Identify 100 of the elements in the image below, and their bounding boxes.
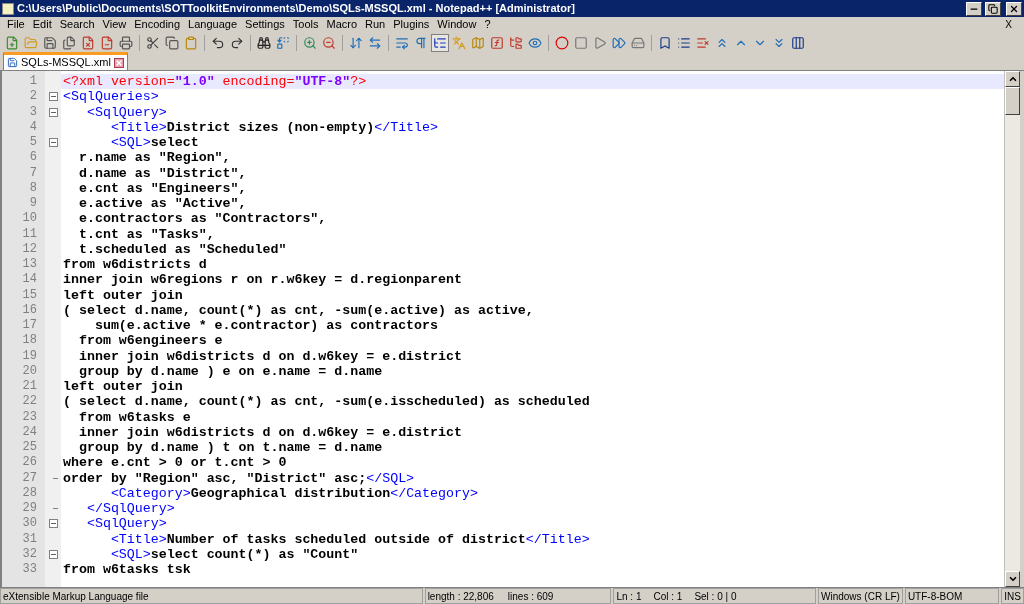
record-icon (555, 35, 569, 50)
sel-text: Sel : 0 | 0 (694, 589, 737, 604)
line-number: 3 (28, 104, 38, 120)
menu-item[interactable]: Edit (29, 16, 55, 33)
fold-toggle[interactable] (48, 92, 58, 102)
code-line: from w6engineers e (77, 333, 224, 349)
binoculars-icon (257, 35, 271, 50)
code-line: <Title>Number of tasks scheduled outside of district</Title> (109, 531, 591, 547)
menu-item[interactable]: ? (481, 16, 494, 33)
line-number: 14 (21, 272, 38, 288)
tab-close-icon[interactable] (113, 57, 124, 68)
code-line: <Category>Geographical distribution</Category> (109, 485, 479, 501)
play-icon (593, 35, 607, 50)
redo-icon (230, 35, 244, 50)
menu-item[interactable]: Settings (242, 16, 288, 33)
line-number: 23 (21, 409, 38, 425)
vertical-scrollbar[interactable] (1004, 71, 1020, 587)
close-icon (1009, 3, 1019, 14)
line-number: 28 (21, 485, 38, 501)
code-line: <SqlQuery> (85, 104, 168, 120)
menu-item[interactable]: Tools (289, 16, 322, 33)
line-number: 30 (21, 516, 38, 532)
code-line: left outer join (62, 379, 184, 395)
code-line: </SqlQuery> (85, 501, 176, 517)
line-number: 8 (28, 180, 38, 196)
folder-icon (24, 35, 38, 50)
code-line: e.cnt as "Engineers", (77, 180, 248, 196)
code-line: r.name as "Region", (77, 150, 232, 166)
code-line: <SqlQueries> (62, 89, 160, 105)
code-line: from w6tasks e (77, 409, 192, 425)
menu-item[interactable]: Window (434, 16, 480, 33)
menu-item[interactable]: Language (185, 16, 241, 33)
line-number: 24 (21, 424, 38, 440)
code-line: group by d.name ) t on t.name = d.name (77, 440, 384, 456)
col-text: Col : 1 (653, 589, 683, 604)
line-number: 6 (28, 150, 38, 166)
code-line: ( select d.name, count(*) as cnt, -sum(e.isscheduled) as scheduled (62, 394, 591, 410)
code-line: <SQL>select count(*) as "Count" (109, 546, 360, 562)
line-number: 27 (21, 470, 38, 486)
lines-text: lines : 609 (507, 589, 554, 604)
close-document-button[interactable]: X (1005, 17, 1020, 32)
list-x-icon (696, 35, 710, 50)
file-x-icon (81, 35, 95, 50)
code-line: inner join w6districts d on d.w6key = e.district (77, 424, 463, 440)
line-number: 1 (28, 74, 38, 90)
clipboard-icon (184, 35, 198, 50)
replace-icon (276, 35, 290, 50)
code-line: order by "Region" asc, "District" asc;</SQL> (62, 470, 416, 486)
length-text: length : 22,806 (427, 589, 494, 604)
code-line: <SQL>select (109, 135, 200, 151)
code-line: left outer join (62, 287, 184, 303)
code-line: inner join w6districts d on d.w6key = e.district (77, 348, 463, 364)
menu-item[interactable]: Plugins (390, 16, 433, 33)
pilcrow-icon (414, 35, 428, 50)
menu-item[interactable]: Run (362, 16, 389, 33)
code-line: from w6tasks tsk (62, 562, 192, 578)
line-number: 31 (21, 531, 38, 547)
line-number: 5 (28, 135, 38, 151)
menu-item[interactable]: View (99, 16, 130, 33)
fold-toggle[interactable] (48, 138, 58, 148)
line-number: 17 (21, 318, 38, 334)
undo-icon (211, 35, 225, 50)
line-number: 32 (21, 546, 38, 562)
eye-icon (528, 35, 542, 50)
scroll-up-icon[interactable] (1005, 71, 1020, 87)
scroll-down-icon[interactable] (1005, 571, 1020, 587)
function-icon (490, 35, 504, 50)
line-number: 12 (21, 241, 38, 257)
line-number: 22 (21, 394, 38, 410)
fold-toggle[interactable] (48, 519, 58, 529)
indent-guide-button[interactable] (431, 33, 449, 52)
code-line: e.contractors as "Contractors", (77, 211, 328, 227)
menu-item[interactable]: File (4, 16, 28, 33)
files-icon (62, 35, 76, 50)
line-number: 13 (21, 257, 38, 273)
line-number: 20 (21, 363, 38, 379)
menu-item[interactable]: Macro (323, 16, 361, 33)
stop-icon (574, 35, 588, 50)
fold-toggle[interactable] (48, 107, 58, 117)
restore-button[interactable] (985, 1, 1001, 16)
indent-guide-icon (433, 35, 447, 50)
line-number: 21 (21, 379, 38, 395)
status-encoding: UTF-8-BOM (904, 588, 1000, 604)
file-tab[interactable]: SQLs-MSSQL.xml (3, 52, 128, 70)
menu-item[interactable]: Encoding (131, 16, 184, 33)
menu-item[interactable]: Search (56, 16, 98, 33)
zoom-in-icon (303, 35, 317, 50)
line-number: 11 (21, 226, 38, 242)
fold-toggle[interactable] (48, 549, 58, 559)
ln-text: Ln : 1 (616, 589, 642, 604)
scroll-thumb[interactable] (1005, 87, 1020, 115)
map-icon (471, 35, 485, 50)
languages-icon (452, 35, 466, 50)
line-number: 7 (28, 165, 38, 181)
code-line: from w6districts d (62, 257, 208, 273)
line-number: 9 (28, 196, 38, 212)
drive-icon (631, 35, 645, 50)
close-button[interactable] (1006, 1, 1022, 16)
minimize-button[interactable] (966, 1, 982, 16)
code-line: t.cnt as "Tasks", (77, 226, 216, 242)
